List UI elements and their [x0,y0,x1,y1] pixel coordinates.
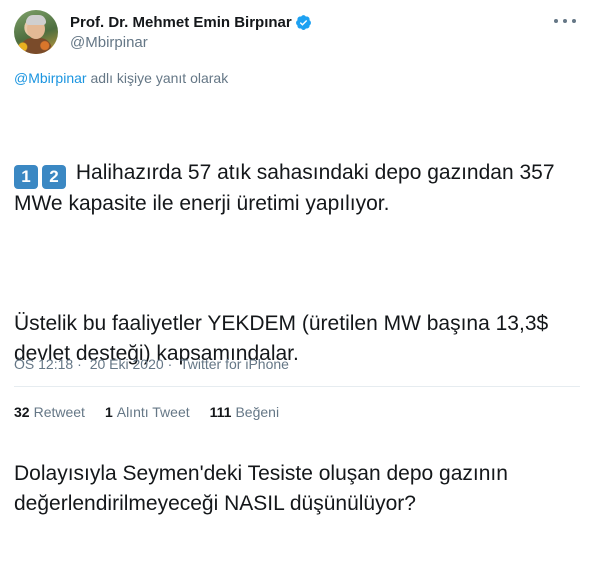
author-info: Prof. Dr. Mehmet Emin Birpınar @Mbirpina… [70,12,312,51]
avatar-hair-shape [26,15,46,25]
more-dot [572,19,576,23]
verified-badge-icon [295,14,312,31]
tweet-header: Prof. Dr. Mehmet Emin Birpınar @Mbirpina… [14,10,580,54]
display-name-row: Prof. Dr. Mehmet Emin Birpınar [70,12,312,32]
tweet-card: Prof. Dr. Mehmet Emin Birpınar @Mbirpina… [0,0,590,515]
tweet-meta: ÖS 12:18 · 20 Eki 2020 · Twitter for iPhon… [14,356,293,372]
retweets-label: Retweet [33,404,85,420]
likes-stat[interactable]: 111 Beğeni [210,404,279,420]
tweet-time[interactable]: ÖS 12:18 [14,356,73,372]
tweet-paragraph-text: Halihazırda 57 atık sahasındaki depo gaz… [14,161,561,215]
quotes-count: 1 [104,404,113,420]
tweet-source[interactable]: Twitter for iPhone [180,356,289,372]
avatar[interactable] [14,10,58,54]
reply-context: @Mbirpinar adlı kişiye yanıt olarak [14,70,228,86]
more-dot [554,19,558,23]
tweet-body: 12 Halihazırda 57 atık sahasındaki depo … [14,98,580,579]
more-dot [563,19,567,23]
author-display-name[interactable]: Prof. Dr. Mehmet Emin Birpınar [70,14,292,31]
divider [14,386,580,387]
meta-separator: · [167,356,173,372]
tweet-stats: 32 Retweet 1 Alıntı Tweet 111 Beğeni [14,404,299,420]
retweets-count: 32 [14,404,30,420]
likes-label: Beğeni [235,404,280,420]
avatar-flowers-shape [14,40,58,54]
retweets-stat[interactable]: 32 Retweet [14,404,85,420]
reply-to-handle-link[interactable]: @Mbirpinar [14,70,87,86]
keycap-two-emoji-icon: 2 [42,165,66,189]
likes-count: 111 [209,404,232,420]
tweet-paragraph-1: 12 Halihazırda 57 atık sahasındaki depo … [14,158,580,219]
author-handle[interactable]: @Mbirpinar [70,34,312,51]
tweet-date[interactable]: 20 Eki 2020 [90,356,164,372]
tweet-paragraph-3: Dolayısıyla Seymen'deki Tesiste oluşan d… [14,462,514,515]
more-options-icon[interactable] [554,14,576,28]
quotes-label: Alıntı Tweet [116,404,190,420]
keycap-one-emoji-icon: 1 [14,165,38,189]
quote-tweets-stat[interactable]: 1 Alıntı Tweet [105,404,190,420]
meta-separator: · [77,356,82,372]
reply-to-suffix: adlı kişiye yanıt olarak [90,70,229,86]
